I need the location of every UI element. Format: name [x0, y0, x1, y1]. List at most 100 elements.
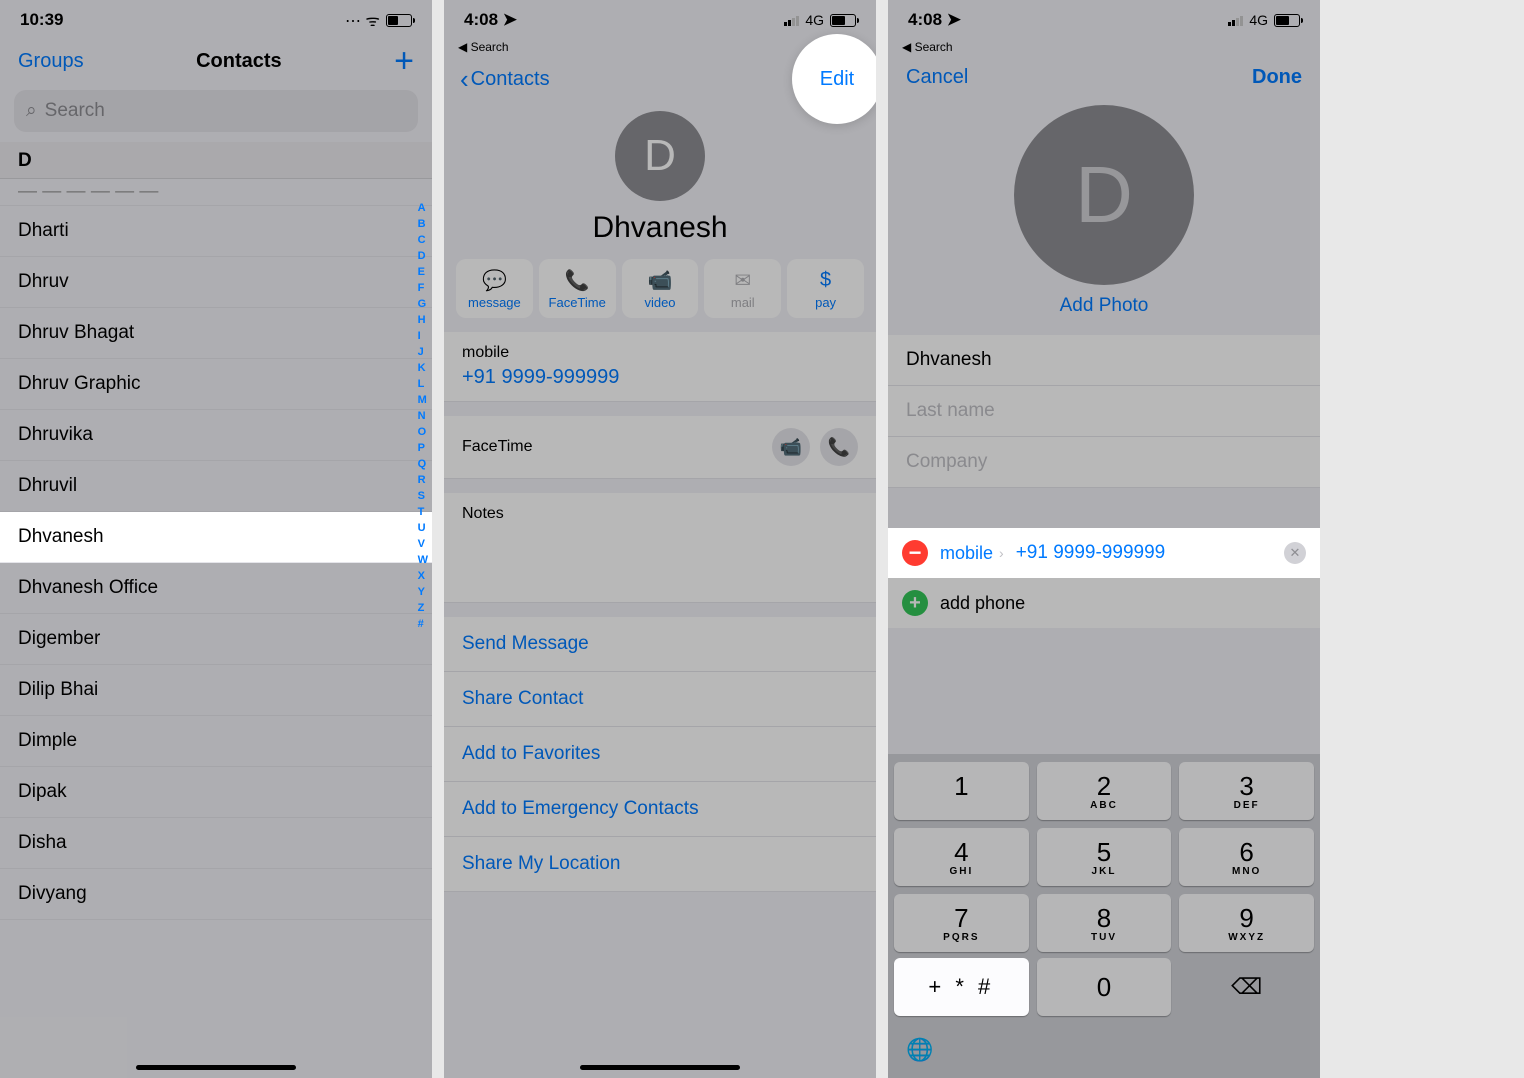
index-letter[interactable]: #	[418, 616, 428, 632]
key-7[interactable]: 7PQRS	[894, 894, 1029, 952]
status-bar: 10:39 ⋯ ᯤ	[0, 0, 432, 40]
index-letter[interactable]: T	[418, 504, 428, 520]
index-letter[interactable]: C	[418, 232, 428, 248]
message-button[interactable]: 💬message	[456, 259, 533, 318]
done-button[interactable]: Done	[1252, 66, 1302, 89]
index-letter[interactable]: Q	[418, 456, 428, 472]
add-emergency-link[interactable]: Add to Emergency Contacts	[444, 782, 876, 837]
contact-row[interactable]: Dilip Bhai	[0, 665, 432, 716]
contact-row[interactable]: Digember	[0, 614, 432, 665]
mobile-field[interactable]: mobile +91 9999-999999	[444, 332, 876, 402]
contact-name: Dhvanesh	[444, 211, 876, 245]
contact-row[interactable]: Dharti	[0, 206, 432, 257]
index-letter[interactable]: R	[418, 472, 428, 488]
pay-button[interactable]: $pay	[787, 259, 864, 318]
contact-row[interactable]: Dipak	[0, 767, 432, 818]
share-contact-link[interactable]: Share Contact	[444, 672, 876, 727]
index-letter[interactable]: O	[418, 424, 428, 440]
facetime-audio-icon[interactable]: 📞	[820, 428, 858, 466]
share-location-link[interactable]: Share My Location	[444, 837, 876, 892]
add-favorites-link[interactable]: Add to Favorites	[444, 727, 876, 782]
contact-row[interactable]: Dhruv	[0, 257, 432, 308]
send-message-link[interactable]: Send Message	[444, 617, 876, 672]
cancel-button[interactable]: Cancel	[906, 66, 968, 89]
add-contact-button[interactable]: +	[394, 44, 414, 78]
index-letter[interactable]: M	[418, 392, 428, 408]
add-phone-row[interactable]: + add phone	[888, 578, 1320, 628]
contact-row[interactable]: Dhruv Bhagat	[0, 308, 432, 359]
key-4[interactable]: 4GHI	[894, 828, 1029, 886]
facetime-video-button[interactable]: 📹video	[622, 259, 699, 318]
groups-button[interactable]: Groups	[18, 50, 84, 73]
first-name-field[interactable]: Dhvanesh	[888, 335, 1320, 386]
index-letter[interactable]: S	[418, 488, 428, 504]
index-letter[interactable]: U	[418, 520, 428, 536]
key-0[interactable]: 0	[1037, 958, 1172, 1016]
index-letter[interactable]: E	[418, 264, 428, 280]
status-bar: 4:08 ➤ 4G	[888, 0, 1320, 40]
back-to-search[interactable]: ◀ Search	[888, 40, 1320, 54]
index-letter[interactable]: Y	[418, 584, 428, 600]
contact-row[interactable]: Dhruvika	[0, 410, 432, 461]
edit-contact-screen: 4:08 ➤ 4G ◀ Search Cancel Done D Add Pho…	[888, 0, 1320, 1078]
remove-phone-button[interactable]: −	[902, 540, 928, 566]
clear-field-button[interactable]: ✕	[1284, 542, 1306, 564]
contact-row[interactable]: Divyang	[0, 869, 432, 920]
edit-button[interactable]: Edit	[820, 68, 854, 91]
index-letter[interactable]: L	[418, 376, 428, 392]
alpha-index[interactable]: ABCDEFGHIJKLMNOPQRSTUVWXYZ#	[418, 200, 428, 632]
contact-row[interactable]: Dimple	[0, 716, 432, 767]
key-3[interactable]: 3DEF	[1179, 762, 1314, 820]
index-letter[interactable]: P	[418, 440, 428, 456]
index-letter[interactable]: K	[418, 360, 428, 376]
index-letter[interactable]: V	[418, 536, 428, 552]
facetime-video-icon[interactable]: 📹	[772, 428, 810, 466]
contact-row-selected[interactable]: Dhvanesh	[0, 512, 432, 563]
index-letter[interactable]: N	[418, 408, 428, 424]
index-letter[interactable]: Z	[418, 600, 428, 616]
globe-icon[interactable]: 🌐	[906, 1037, 933, 1063]
phone-type-picker[interactable]: mobile ›	[940, 543, 1004, 564]
index-letter[interactable]: B	[418, 216, 428, 232]
company-field[interactable]: Company	[888, 437, 1320, 488]
add-phone-button[interactable]: +	[902, 590, 928, 616]
phone-edit-row: − mobile › +91 9999-999999 ✕	[888, 528, 1320, 578]
search-icon: ⌕	[26, 100, 37, 122]
index-letter[interactable]: F	[418, 280, 428, 296]
home-indicator[interactable]	[136, 1065, 296, 1070]
add-photo-button[interactable]: Add Photo	[888, 295, 1320, 317]
contacts-list: — — — — — — Dharti Dhruv Dhruv Bhagat Dh…	[0, 179, 432, 920]
index-letter[interactable]: G	[418, 296, 428, 312]
contact-row[interactable]: Dhvanesh Office	[0, 563, 432, 614]
last-name-field[interactable]: Last name	[888, 386, 1320, 437]
contact-avatar[interactable]: D	[1014, 105, 1194, 285]
back-button[interactable]: ‹Contacts	[460, 64, 550, 95]
index-letter[interactable]: J	[418, 344, 428, 360]
phone-number-field[interactable]: +91 9999-999999	[1016, 542, 1272, 564]
key-8[interactable]: 8TUV	[1037, 894, 1172, 952]
search-input[interactable]: ⌕ Search	[14, 90, 418, 132]
key-6[interactable]: 6MNO	[1179, 828, 1314, 886]
status-bar: 4:08 ➤ 4G	[444, 0, 876, 40]
index-letter[interactable]: W	[418, 552, 428, 568]
index-letter[interactable]: D	[418, 248, 428, 264]
key-9[interactable]: 9WXYZ	[1179, 894, 1314, 952]
symbols-key[interactable]: + * #	[894, 958, 1029, 1016]
facetime-audio-button[interactable]: 📞FaceTime	[539, 259, 616, 318]
battery-icon	[1274, 14, 1300, 27]
key-1[interactable]: 1	[894, 762, 1029, 820]
notes-card[interactable]: Notes	[444, 493, 876, 603]
contact-row[interactable]: Dhruvil	[0, 461, 432, 512]
index-letter[interactable]: X	[418, 568, 428, 584]
contact-row[interactable]: Disha	[0, 818, 432, 869]
battery-icon	[830, 14, 856, 27]
clock: 4:08 ➤	[908, 10, 961, 30]
key-5[interactable]: 5JKL	[1037, 828, 1172, 886]
index-letter[interactable]: I	[418, 328, 428, 344]
key-2[interactable]: 2ABC	[1037, 762, 1172, 820]
contact-row[interactable]: Dhruv Graphic	[0, 359, 432, 410]
index-letter[interactable]: H	[418, 312, 428, 328]
home-indicator[interactable]	[580, 1065, 740, 1070]
backspace-key[interactable]: ⌫	[1179, 958, 1314, 1016]
index-letter[interactable]: A	[418, 200, 428, 216]
